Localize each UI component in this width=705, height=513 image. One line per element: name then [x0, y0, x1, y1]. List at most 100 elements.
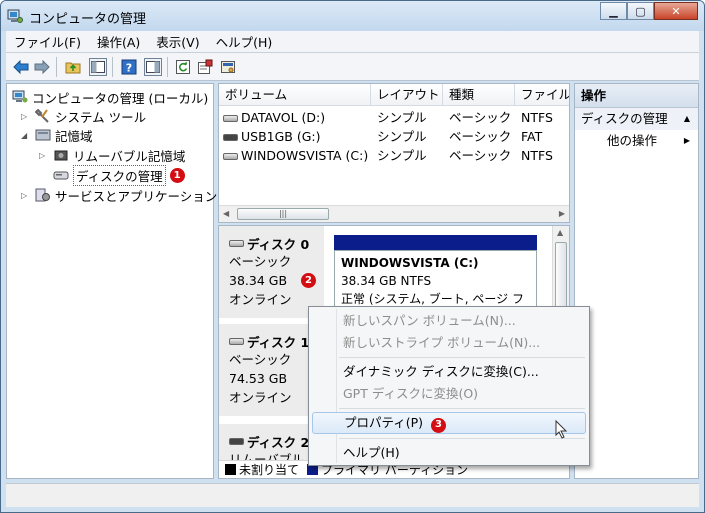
tree-root[interactable]: コンピュータの管理 (ローカル) [12, 88, 208, 106]
close-button[interactable]: ✕ [654, 2, 698, 20]
volume-name: USB1GB (G:) [241, 129, 321, 144]
expand-arrow-icon[interactable]: ▷ [21, 191, 27, 200]
tree-item-services-apps[interactable]: ▷ サービスとアプリケーション [21, 186, 217, 204]
volume-layout: シンプル [377, 110, 427, 125]
menu-file[interactable]: ファイル(F) [6, 32, 89, 51]
close-icon: ✕ [671, 4, 681, 18]
partition-c[interactable]: WINDOWSVISTA (C:) 38.34 GB NTFS 正常 (システム… [334, 250, 537, 314]
show-hide-tree-button[interactable] [89, 58, 107, 76]
computer-management-icon [12, 90, 28, 103]
table-row[interactable]: WINDOWSVISTA (C:) シンプル ベーシック NTFS [219, 146, 569, 165]
menu-item-convert-gpt[interactable]: GPT ディスクに変換(O) [312, 383, 586, 405]
step-badge-3: 3 [431, 417, 447, 433]
collapse-up-icon[interactable]: ▲ [684, 108, 690, 130]
action-pane-icon [146, 61, 160, 73]
volume-type: ベーシック [449, 110, 512, 125]
menu-item-convert-dynamic[interactable]: ダイナミック ディスクに変換(C)... [312, 361, 586, 383]
hard-drive-icon [223, 115, 238, 122]
volume-type: ベーシック [449, 148, 512, 163]
console-tree-icon [91, 61, 105, 73]
help-button[interactable]: ? [120, 58, 138, 76]
column-header-filesystem[interactable]: ファイル [515, 84, 569, 106]
disk-icon [229, 337, 244, 345]
hard-drive-icon [223, 153, 238, 160]
scrollbar-thumb[interactable]: ||| [237, 208, 329, 220]
forward-arrow-icon [34, 60, 50, 74]
column-header-layout[interactable]: レイアウト [371, 84, 443, 106]
refresh-button[interactable] [174, 58, 192, 76]
folder-up-icon [65, 62, 81, 74]
title-bar[interactable]: コンピュータの管理 ▁ ▢ ✕ [1, 1, 704, 31]
tree-root-label: コンピュータの管理 (ローカル) [32, 90, 209, 106]
forward-button[interactable] [33, 58, 51, 76]
volume-list-horizontal-scrollbar[interactable]: ◀ ||| ▶ [219, 205, 569, 222]
maximize-icon: ▢ [635, 4, 646, 18]
expand-arrow-icon[interactable]: ▷ [21, 112, 27, 121]
expand-arrow-icon[interactable]: ▷ [39, 151, 45, 160]
minimize-button[interactable]: ▁ [600, 2, 627, 20]
disk-kind: ベーシック [229, 254, 292, 269]
tree-label-system-tools: システム ツール [55, 109, 147, 125]
disk-title: ディスク 2 [247, 434, 310, 450]
svg-text:?: ? [126, 62, 132, 75]
menu-item-properties[interactable]: プロパティ(P) 3 [312, 412, 586, 434]
actions-section-disk-management[interactable]: ディスクの管理 ▲ [575, 108, 698, 130]
show-hide-action-pane-button[interactable] [144, 58, 162, 76]
back-arrow-icon [13, 60, 29, 74]
scroll-left-icon[interactable]: ◀ [223, 209, 229, 218]
volume-filesystem: NTFS [521, 148, 553, 163]
other-actions-label: 他の操作 [607, 133, 658, 148]
menu-help[interactable]: ヘルプ(H) [208, 32, 281, 51]
volume-filesystem: NTFS [521, 110, 553, 125]
up-folder-button[interactable] [64, 58, 82, 76]
scroll-up-icon[interactable]: ▲ [557, 228, 563, 237]
disk-tool-button[interactable] [219, 58, 237, 76]
tree-label-disk-management: ディスクの管理 [73, 164, 166, 186]
scroll-right-icon[interactable]: ▶ [559, 209, 565, 218]
table-row[interactable]: DATAVOL (D:) シンプル ベーシック NTFS [219, 108, 569, 127]
menu-item-new-spanned-volume[interactable]: 新しいスパン ボリューム(N)... [312, 310, 586, 332]
tree-item-storage[interactable]: ◢ 記憶域 [21, 126, 93, 144]
disk-0-info[interactable]: ディスク 0 ベーシック 38.34 GB 2 オンライン [219, 226, 324, 318]
column-header-volume[interactable]: ボリューム [219, 84, 371, 106]
column-header-type[interactable]: 種類 [443, 84, 515, 106]
tree-item-system-tools[interactable]: ▷ システム ツール [21, 107, 146, 125]
partition-size: 38.34 GB NTFS [341, 274, 432, 288]
submenu-arrow-icon: ▶ [683, 136, 690, 145]
usb-drive-icon [223, 134, 238, 141]
menu-item-properties-label: プロパティ(P) [344, 415, 424, 430]
primary-partition-bar [334, 235, 537, 250]
actions-section-label: ディスクの管理 [581, 111, 668, 126]
storage-icon [35, 129, 51, 141]
step-badge-2: 2 [301, 273, 317, 288]
collapse-arrow-icon[interactable]: ◢ [21, 131, 27, 140]
properties-button[interactable] [196, 58, 214, 76]
help-icon: ? [121, 59, 137, 75]
back-button[interactable] [12, 58, 30, 76]
properties-icon [198, 59, 213, 74]
maximize-button[interactable]: ▢ [627, 2, 654, 20]
menu-item-help[interactable]: ヘルプ(H) [312, 442, 586, 464]
volume-type: ベーシック [449, 129, 512, 144]
volume-filesystem: FAT [521, 129, 543, 144]
menu-item-new-striped-volume[interactable]: 新しいストライプ ボリューム(N)... [312, 332, 586, 354]
volume-name: DATAVOL (D:) [241, 110, 326, 125]
other-actions-item[interactable]: 他の操作 ▶ [575, 130, 698, 152]
volume-name: WINDOWSVISTA (C:) [241, 148, 369, 163]
refresh-icon [176, 60, 190, 74]
disk-title: ディスク 1 [247, 334, 310, 350]
computer-management-icon [7, 9, 23, 23]
tree-item-disk-management[interactable]: ディスクの管理 1 [53, 164, 185, 186]
tree-label-removable-storage: リムーバブル記憶域 [73, 148, 186, 164]
legend-unallocated: 未割り当て [239, 463, 300, 477]
disk-management-icon [53, 171, 69, 180]
tree-item-removable-storage[interactable]: ▷ リムーバブル記憶域 [39, 146, 185, 164]
table-row[interactable]: USB1GB (G:) シンプル ベーシック FAT [219, 127, 569, 146]
actions-pane: 操作 ディスクの管理 ▲ 他の操作 ▶ [574, 83, 699, 479]
scrollbar-thumb[interactable] [555, 242, 567, 312]
menu-view[interactable]: 表示(V) [148, 32, 207, 51]
disk-tool-icon [221, 61, 235, 73]
menu-action[interactable]: 操作(A) [89, 32, 148, 51]
actions-header: 操作 [575, 84, 698, 108]
minimize-icon: ▁ [609, 4, 618, 18]
